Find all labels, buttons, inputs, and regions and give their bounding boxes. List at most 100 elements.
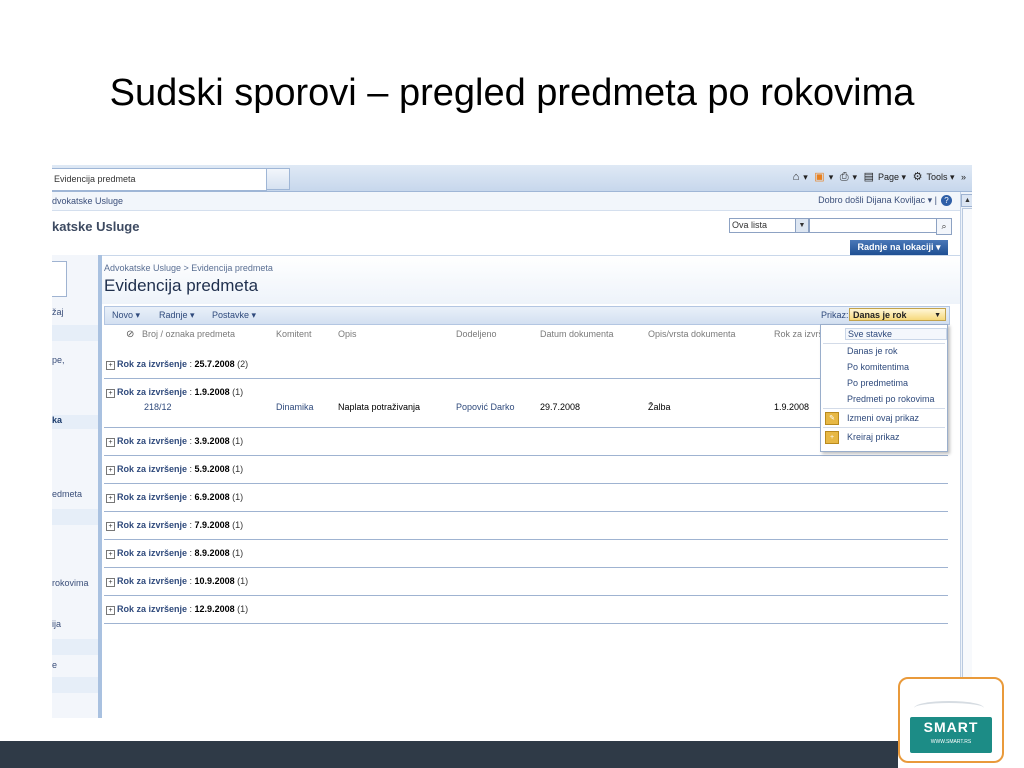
slide-title: Sudski sporovi – pregled predmeta po rok… bbox=[109, 72, 915, 114]
client-link[interactable]: Dinamika bbox=[276, 402, 314, 412]
new-tab-button[interactable] bbox=[266, 168, 290, 190]
group-label[interactable]: Rok za izvršenje bbox=[117, 359, 187, 369]
browser-tab-bar: Evidencija predmeta ⌂ ▾ ▣ ▾ ⎙ ▾ ▤ Page ▾ ⚙ To… bbox=[52, 165, 972, 192]
page-menu[interactable]: Page ▾ bbox=[878, 172, 906, 182]
group-label[interactable]: Rok za izvršenje bbox=[117, 492, 187, 502]
logo-text: SMART bbox=[923, 719, 979, 735]
view-dropdown-menu: Sve stavke Danas je rok Po komitentima P… bbox=[820, 324, 948, 452]
menu-separator bbox=[823, 343, 945, 344]
nav-item-2[interactable]: pe, bbox=[52, 355, 98, 365]
smart-logo: SMART WWW.SMART.RS bbox=[898, 677, 1004, 763]
menu-separator bbox=[823, 427, 945, 428]
nav-item-predmeta[interactable]: edmeta bbox=[52, 489, 98, 499]
column-header-doc-type[interactable]: Opis/vrsta dokumenta bbox=[648, 329, 736, 339]
view-option-all-items[interactable]: Sve stavke bbox=[845, 328, 947, 340]
description-cell: Naplata potraživanja bbox=[338, 402, 421, 412]
actions-menu[interactable]: Radnje ▾ bbox=[159, 310, 195, 321]
create-view-option[interactable]: Kreiraj prikaz bbox=[847, 432, 900, 442]
help-icon[interactable]: ? bbox=[941, 195, 952, 206]
assigned-link[interactable]: Popović Darko bbox=[456, 402, 515, 412]
group-label[interactable]: Rok za izvršenje bbox=[117, 520, 187, 530]
nav-item-selected[interactable]: ka bbox=[52, 415, 98, 429]
home-icon[interactable]: ⌂ bbox=[793, 171, 800, 183]
column-header-client[interactable]: Komitent bbox=[276, 329, 312, 339]
expand-icon[interactable]: + bbox=[106, 438, 115, 447]
column-header-number[interactable]: Broj / oznaka predmeta bbox=[142, 329, 235, 339]
column-header-description[interactable]: Opis bbox=[338, 329, 357, 339]
list-toolbar: Novo ▾ Radnje ▾ Postavke ▾ Prikaz: Danas… bbox=[104, 306, 950, 325]
menu-separator bbox=[823, 408, 945, 409]
expand-icon[interactable]: + bbox=[106, 466, 115, 475]
settings-menu[interactable]: Postavke ▾ bbox=[212, 310, 256, 321]
search-scope-select[interactable]: Ova lista ▼ bbox=[729, 218, 809, 233]
browser-command-bar: ⌂ ▾ ▣ ▾ ⎙ ▾ ▤ Page ▾ ⚙ Tools ▾ » bbox=[792, 171, 966, 183]
group-label[interactable]: Rok za izvršenje bbox=[117, 576, 187, 586]
create-view-icon: + bbox=[825, 431, 839, 444]
scroll-up-icon[interactable]: ▲ bbox=[961, 194, 972, 207]
expand-icon[interactable]: + bbox=[106, 361, 115, 370]
nav-band bbox=[52, 325, 98, 341]
view-option-due-today[interactable]: Danas je rok bbox=[847, 346, 898, 356]
search-input[interactable] bbox=[809, 218, 937, 233]
doc-type-cell: Žalba bbox=[648, 402, 671, 412]
print-icon[interactable]: ⎙ bbox=[840, 171, 849, 183]
group-label[interactable]: Rok za izvršenje bbox=[117, 436, 187, 446]
search-icon[interactable]: ⌕ bbox=[936, 218, 952, 235]
view-select[interactable]: Danas je rok ▼ bbox=[849, 308, 946, 321]
more-chevron-icon[interactable]: » bbox=[961, 172, 966, 182]
expand-icon[interactable]: + bbox=[106, 522, 115, 531]
nav-band bbox=[52, 639, 98, 655]
view-label: Prikaz: bbox=[821, 310, 849, 320]
nav-band bbox=[52, 509, 98, 525]
expand-icon[interactable]: + bbox=[106, 606, 115, 615]
group-row: + Rok za izvršenje : 5.9.2008 (1) bbox=[104, 456, 948, 484]
nav-item-7[interactable]: e bbox=[52, 660, 98, 670]
scrollbar-thumb[interactable] bbox=[962, 208, 972, 690]
vertical-scrollbar[interactable]: ▲ bbox=[960, 192, 972, 718]
view-option-by-client[interactable]: Po komitentima bbox=[847, 362, 909, 372]
case-number-link[interactable]: 218/12 bbox=[144, 402, 172, 412]
table-row: 218/12 Dinamika Naplata potraživanja Pop… bbox=[104, 401, 818, 415]
doc-date-cell: 29.7.2008 bbox=[540, 402, 581, 412]
collapse-icon[interactable]: + bbox=[106, 389, 115, 398]
deadline-cell: 1.9.2008 bbox=[774, 402, 810, 412]
group-row: + Rok za izvršenje : 6.9.2008 (1) bbox=[104, 484, 948, 512]
expand-icon[interactable]: + bbox=[106, 550, 115, 559]
tools-menu[interactable]: Tools ▾ bbox=[926, 172, 954, 182]
group-label[interactable]: Rok za izvršenje bbox=[117, 387, 187, 397]
site-actions-button[interactable]: Radnje na lokaciji ▾ bbox=[850, 240, 948, 255]
view-option-by-case[interactable]: Po predmetima bbox=[847, 378, 908, 388]
nav-item-content[interactable]: žaj bbox=[52, 307, 98, 317]
nav-item-rokovima[interactable]: rokovima bbox=[52, 578, 98, 588]
site-image bbox=[52, 261, 67, 297]
attachment-icon: ⊘ bbox=[126, 329, 135, 340]
site-link[interactable]: dvokatske Usluge bbox=[52, 196, 123, 206]
column-header-doc-date[interactable]: Datum dokumenta bbox=[540, 329, 614, 339]
site-title[interactable]: katske Usluge bbox=[52, 219, 139, 234]
browser-screenshot: Evidencija predmeta ⌂ ▾ ▣ ▾ ⎙ ▾ ▤ Page ▾ ⚙ To… bbox=[52, 165, 972, 718]
page-icon: ▤ bbox=[863, 171, 874, 183]
group-row: + Rok za izvršenje : 12.9.2008 (1) bbox=[104, 596, 948, 624]
welcome-menu[interactable]: Dobro došli Dijana Koviljac ▾ |? bbox=[818, 195, 952, 206]
view-option-by-deadline[interactable]: Predmeti po rokovima bbox=[847, 394, 935, 404]
chevron-down-icon[interactable]: ▼ bbox=[795, 219, 808, 232]
expand-icon[interactable]: + bbox=[106, 578, 115, 587]
global-links-bar: dvokatske Usluge Dobro došli Dijana Kovi… bbox=[52, 192, 960, 211]
page-title: Evidencija predmeta bbox=[104, 276, 259, 295]
group-row: + Rok za izvršenje : 7.9.2008 (1) bbox=[104, 512, 948, 540]
group-label[interactable]: Rok za izvršenje bbox=[117, 464, 187, 474]
nav-item-6[interactable]: ija bbox=[52, 619, 98, 629]
logo-swoosh bbox=[914, 701, 984, 715]
rss-feed-icon[interactable]: ▣ bbox=[814, 171, 824, 183]
breadcrumb[interactable]: Advokatske Usluge > Evidencija predmeta bbox=[104, 263, 273, 273]
logo-url: WWW.SMART.RS bbox=[930, 739, 972, 745]
new-menu[interactable]: Novo ▾ bbox=[112, 310, 140, 321]
column-header-assigned[interactable]: Dodeljeno bbox=[456, 329, 497, 339]
browser-tab[interactable]: Evidencija predmeta bbox=[52, 168, 267, 191]
modify-view-option[interactable]: Izmeni ovaj prikaz bbox=[847, 413, 919, 423]
group-label[interactable]: Rok za izvršenje bbox=[117, 604, 187, 614]
group-row: + Rok za izvršenje : 8.9.2008 (1) bbox=[104, 540, 948, 568]
expand-icon[interactable]: + bbox=[106, 494, 115, 503]
group-label[interactable]: Rok za izvršenje bbox=[117, 548, 187, 558]
site-header: katske Usluge Ova lista ▼ ⌕ Radnje na lo… bbox=[52, 211, 960, 255]
